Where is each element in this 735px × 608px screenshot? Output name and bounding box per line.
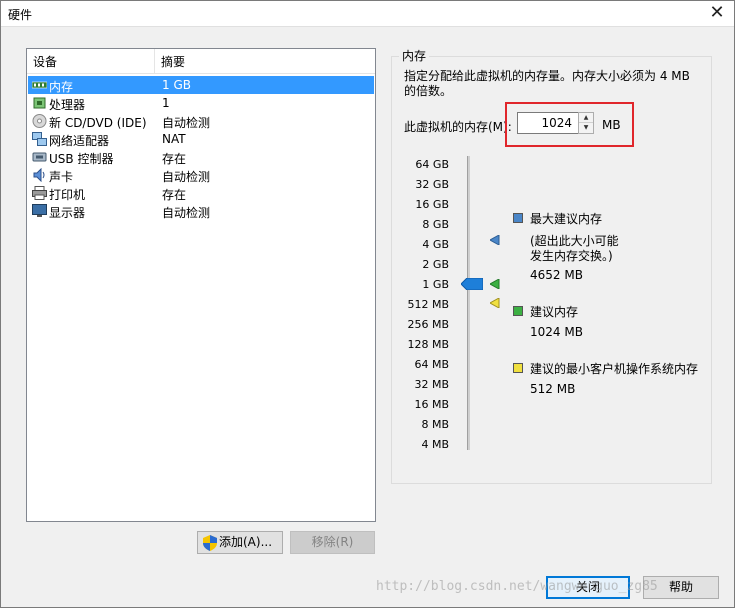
device-name: 处理器 xyxy=(49,98,86,112)
device-name: 声卡 xyxy=(49,170,74,184)
device-summary: 存在 xyxy=(162,152,187,166)
watermark: http://blog.csdn.net/wangwenguo_zg85 xyxy=(376,579,658,594)
max-recommended-note: (超出此大小可能发生内存交换。) xyxy=(530,234,619,263)
device-name: 网络适配器 xyxy=(49,134,110,148)
memory-scale: 64 GB 32 GB 16 GB 8 GB 4 GB 2 GB 1 GB 51… xyxy=(401,156,461,456)
memory-label: 此虚拟机的内存(M): xyxy=(404,120,512,134)
minimum-legend-icon xyxy=(513,363,523,373)
usb-icon xyxy=(32,152,47,162)
device-list[interactable]: 设备 摘要 内存 1 GB 处理器 1 新 CD/DVD (IDE) 自动检测 … xyxy=(26,48,376,522)
processor-icon xyxy=(33,97,46,109)
scale-tick: 16 GB xyxy=(415,198,449,211)
device-summary: NAT xyxy=(162,132,186,146)
shield-icon xyxy=(203,535,217,551)
device-summary: 1 GB xyxy=(162,78,191,92)
scale-tick: 16 MB xyxy=(414,398,449,411)
memory-description: 指定分配给此虚拟机的内存量。内存大小必须为 4 MB 的倍数。 xyxy=(404,69,690,98)
device-name: USB 控制器 xyxy=(49,152,114,166)
scale-tick: 1 GB xyxy=(422,278,449,291)
memory-icon xyxy=(32,81,47,89)
device-summary: 自动检测 xyxy=(162,206,211,220)
device-summary: 存在 xyxy=(162,188,187,202)
cd-dvd-icon xyxy=(32,114,47,128)
list-item-memory[interactable]: 内存 1 GB xyxy=(28,76,374,94)
recommended-value: 1024 MB xyxy=(530,325,583,339)
device-summary: 自动检测 xyxy=(162,116,211,130)
device-name: 打印机 xyxy=(49,188,86,202)
column-header-summary[interactable]: 摘要 xyxy=(155,49,375,74)
memory-slider-track[interactable] xyxy=(467,156,470,450)
list-item-cd-dvd[interactable]: 新 CD/DVD (IDE) 自动检测 xyxy=(28,112,374,130)
sound-card-icon xyxy=(33,168,45,182)
max-recommended-title: 最大建议内存 xyxy=(530,212,603,226)
minimum-marker xyxy=(490,298,500,308)
device-name: 新 CD/DVD (IDE) xyxy=(49,116,147,130)
scale-tick: 4 GB xyxy=(422,238,449,251)
scale-tick: 8 MB xyxy=(421,418,449,431)
scale-tick: 4 MB xyxy=(421,438,449,451)
annotation-highlight xyxy=(505,102,634,147)
scale-tick: 512 MB xyxy=(407,298,449,311)
list-item-printer[interactable]: 打印机 存在 xyxy=(28,184,374,202)
list-item-processor[interactable]: 处理器 1 xyxy=(28,94,374,112)
minimum-value: 512 MB xyxy=(530,382,576,396)
display-icon xyxy=(32,204,47,217)
close-icon[interactable]: ✕ xyxy=(706,3,728,25)
scale-tick: 256 MB xyxy=(407,318,449,331)
device-summary: 1 xyxy=(162,96,170,110)
add-button-label: 添加(A)... xyxy=(219,535,273,549)
list-item-network-adapter[interactable]: 网络适配器 NAT xyxy=(28,130,374,148)
hardware-dialog: 硬件 ✕ 设备 摘要 内存 1 GB 处理器 1 新 CD/DVD (IDE) … xyxy=(0,0,735,608)
max-recommended-value: 4652 MB xyxy=(530,268,583,282)
printer-icon xyxy=(32,186,47,200)
list-header: 设备 摘要 xyxy=(27,49,375,74)
device-name: 内存 xyxy=(49,80,74,94)
memory-slider-thumb[interactable] xyxy=(461,278,483,290)
remove-button[interactable]: 移除(R) xyxy=(290,531,375,554)
scale-tick: 128 MB xyxy=(407,338,449,351)
scale-tick: 32 GB xyxy=(415,178,449,191)
minimum-title: 建议的最小客户机操作系统内存 xyxy=(530,362,699,376)
scale-tick: 64 GB xyxy=(415,158,449,171)
window-title: 硬件 xyxy=(8,8,33,22)
recommended-marker xyxy=(490,279,500,289)
scale-tick: 8 GB xyxy=(422,218,449,231)
max-recommended-marker xyxy=(490,235,500,245)
list-item-sound-card[interactable]: 声卡 自动检测 xyxy=(28,166,374,184)
recommended-title: 建议内存 xyxy=(530,305,579,319)
column-header-device[interactable]: 设备 xyxy=(27,49,155,74)
list-item-display[interactable]: 显示器 自动检测 xyxy=(28,202,374,220)
add-button[interactable]: 添加(A)... xyxy=(197,531,283,554)
device-summary: 自动检测 xyxy=(162,170,211,184)
memory-group-title: 内存 xyxy=(399,47,430,64)
scale-tick: 64 MB xyxy=(414,358,449,371)
scale-tick: 2 GB xyxy=(422,258,449,271)
title-bar: 硬件 ✕ xyxy=(1,1,734,27)
scale-tick: 32 MB xyxy=(414,378,449,391)
device-name: 显示器 xyxy=(49,206,86,220)
max-recommended-legend-icon xyxy=(513,213,523,223)
recommended-legend-icon xyxy=(513,306,523,316)
network-adapter-icon xyxy=(32,132,47,146)
list-item-usb-controller[interactable]: USB 控制器 存在 xyxy=(28,148,374,166)
